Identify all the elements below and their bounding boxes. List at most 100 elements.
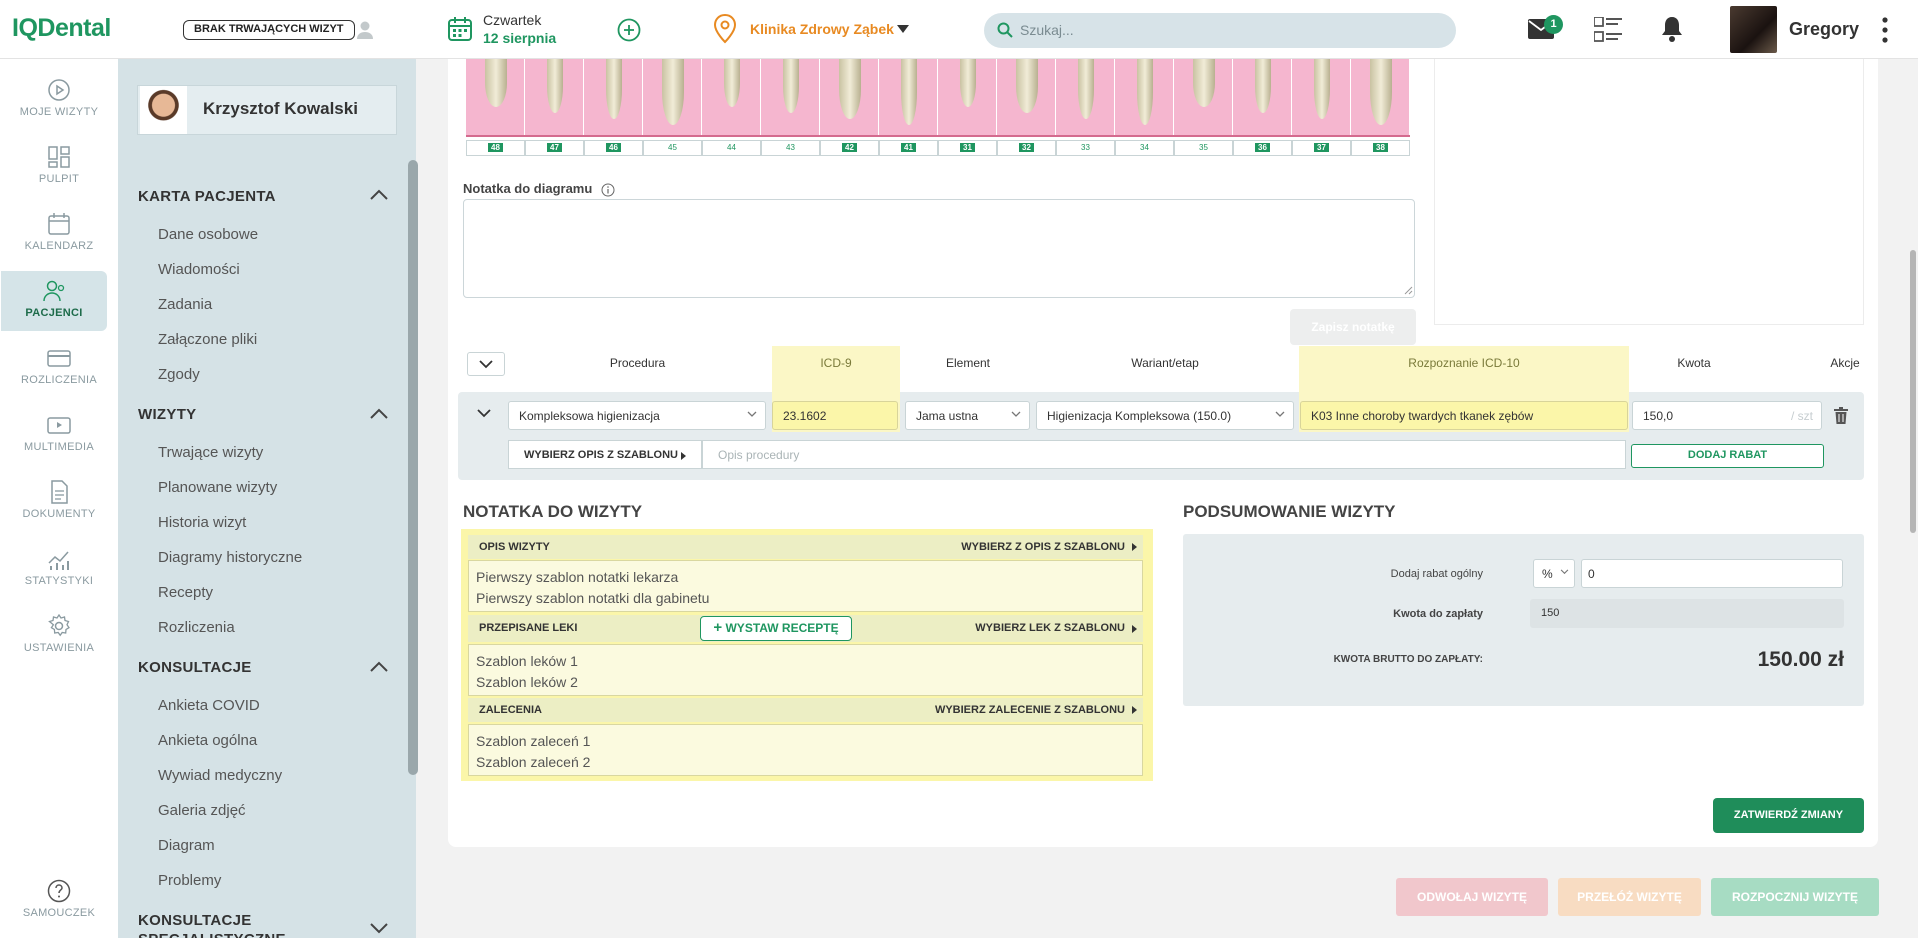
tooth-number[interactable]: 35 <box>1174 140 1233 156</box>
tooth-number[interactable]: 38 <box>1351 140 1410 156</box>
search-bar[interactable]: Szukaj... <box>984 13 1456 48</box>
diagram-note-textarea[interactable] <box>463 199 1415 298</box>
sidebar-item-trwajace-wizyty[interactable]: Trwające wizyty <box>158 444 263 461</box>
sidebar-item-ankieta-ogolna[interactable]: Ankieta ogólna <box>158 732 257 749</box>
nav-ustawienia[interactable]: USTAWIENIA <box>0 614 118 674</box>
confirm-changes-button[interactable]: ZATWIERDŹ ZMIANY <box>1713 798 1864 833</box>
choose-recommendation-template[interactable]: WYBIERZ ZALECENIE Z SZABLONU <box>935 704 1125 716</box>
chevron-down-icon[interactable] <box>477 409 491 418</box>
nav-samouczek[interactable]: SAMOUCZEK <box>0 879 118 938</box>
reschedule-visit-button[interactable]: PRZEŁÓŻ WIZYTĘ <box>1558 878 1701 916</box>
prescribed-drugs-text[interactable]: Szablon leków 1 Szablon leków 2 <box>468 644 1143 696</box>
clinic-selector[interactable]: Klinika Zdrowy Ząbek <box>750 21 894 37</box>
tooth-31[interactable] <box>938 59 997 135</box>
tooth-42[interactable] <box>820 59 879 135</box>
add-visit-icon[interactable] <box>617 18 641 42</box>
sidebar-item-zalaczone-pliki[interactable]: Załączone pliki <box>158 331 257 348</box>
element-select[interactable]: Jama ustna <box>905 401 1030 430</box>
tooth-number[interactable]: 47 <box>525 140 584 156</box>
choose-drug-template[interactable]: WYBIERZ LEK Z SZABLONU <box>975 622 1125 634</box>
tooth-32[interactable] <box>997 59 1056 135</box>
section-konsultacje-specjalistyczne[interactable]: KONSULTACJE SPECJALISTYCZNE <box>138 911 378 938</box>
issue-prescription-button[interactable]: + WYSTAW RECEPTĘ <box>700 616 852 641</box>
user-name[interactable]: Gregory <box>1789 19 1859 40</box>
sidebar-item-zadania[interactable]: Zadania <box>158 296 212 313</box>
tooth-number[interactable]: 43 <box>761 140 820 156</box>
tooth-35[interactable] <box>1174 59 1233 135</box>
procedure-select[interactable]: Kompleksowa higienizacja <box>508 401 766 430</box>
sidebar-item-planowane-wizyty[interactable]: Planowane wizyty <box>158 479 277 496</box>
procedure-description-input[interactable]: Opis procedury <box>702 440 1626 469</box>
bell-icon[interactable] <box>1660 16 1684 42</box>
discount-value-input[interactable]: 0 <box>1581 559 1843 588</box>
sidebar-item-wywiad-medyczny[interactable]: Wywiad medyczny <box>158 767 282 784</box>
nav-pacjenci[interactable]: PACJENCI <box>1 271 107 331</box>
sidebar-item-ankieta-covid[interactable]: Ankieta COVID <box>158 697 260 714</box>
nav-statystyki[interactable]: STATYSTYKI <box>0 547 118 607</box>
recommendations-text[interactable]: Szablon zaleceń 1 Szablon zaleceń 2 <box>468 724 1143 776</box>
tooth-number[interactable]: 36 <box>1233 140 1292 156</box>
section-karta-pacjenta[interactable]: KARTA PACJENTA <box>138 188 276 205</box>
tooth-43[interactable] <box>761 59 820 135</box>
tooth-number[interactable]: 34 <box>1115 140 1174 156</box>
calendar-icon[interactable] <box>447 16 473 42</box>
tooth-33[interactable] <box>1056 59 1115 135</box>
tooth-41[interactable] <box>879 59 938 135</box>
start-visit-button[interactable]: ROZPOCZNIJ WIZYTĘ <box>1711 878 1879 916</box>
tooth-48[interactable] <box>466 59 525 135</box>
app-logo[interactable]: IQDental <box>12 14 111 43</box>
sidebar-item-wiadomosci[interactable]: Wiadomości <box>158 261 240 278</box>
tooth-number[interactable]: 32 <box>997 140 1056 156</box>
sidebar-item-zgody[interactable]: Zgody <box>158 366 200 383</box>
section-wizyty[interactable]: WIZYTY <box>138 406 196 423</box>
sidebar-scrollbar[interactable] <box>408 160 418 775</box>
tooth-number[interactable]: 31 <box>938 140 997 156</box>
tooth-number[interactable]: 33 <box>1056 140 1115 156</box>
sidebar-item-diagram[interactable]: Diagram <box>158 837 215 854</box>
tooth-44[interactable] <box>702 59 761 135</box>
tooth-38[interactable] <box>1351 59 1410 135</box>
tooth-number[interactable]: 46 <box>584 140 643 156</box>
chevron-up-icon[interactable] <box>370 189 388 201</box>
resize-handle-icon[interactable] <box>1404 286 1413 295</box>
nav-dokumenty[interactable]: DOKUMENTY <box>0 480 118 540</box>
sidebar-item-rozliczenia[interactable]: Rozliczenia <box>158 619 235 636</box>
tooth-number[interactable]: 44 <box>702 140 761 156</box>
section-konsultacje[interactable]: KONSULTACJE <box>138 659 252 676</box>
tooth-number[interactable]: 48 <box>466 140 525 156</box>
tooth-36[interactable] <box>1233 59 1292 135</box>
nav-moje-wizyty[interactable]: MOJE WIZYTY <box>0 78 118 138</box>
collapse-all-button[interactable] <box>467 352 505 376</box>
more-menu-icon[interactable] <box>1882 17 1888 43</box>
add-discount-button[interactable]: DODAJ RABAT <box>1631 444 1824 468</box>
template-description-button[interactable]: WYBIERZ OPIS Z SZABLONU <box>508 440 702 469</box>
chevron-down-icon[interactable] <box>370 922 388 934</box>
amount-input[interactable]: 150,0 / szt <box>1632 401 1822 430</box>
tooth-46[interactable] <box>584 59 643 135</box>
save-note-button[interactable]: Zapisz notatkę <box>1290 309 1416 345</box>
tooth-number[interactable]: 37 <box>1292 140 1351 156</box>
chevron-up-icon[interactable] <box>370 661 388 673</box>
clinic-dropdown-icon[interactable] <box>897 25 909 33</box>
tooth-diagram[interactable]: 48 47 46 45 44 43 42 41 31 32 33 34 35 36 37 38 <box>466 59 1412 156</box>
sidebar-item-recepty[interactable]: Recepty <box>158 584 213 601</box>
nav-multimedia[interactable]: MULTIMEDIA <box>0 413 118 473</box>
tooth-34[interactable] <box>1115 59 1174 135</box>
choose-description-template[interactable]: WYBIERZ Z OPIS Z SZABLONU <box>961 541 1125 553</box>
cancel-visit-button[interactable]: ODWOŁAJ WIZYTĘ <box>1396 878 1548 916</box>
no-active-visits-badge[interactable]: BRAK TRWAJĄCYCH WIZYT <box>183 20 355 40</box>
icd9-input[interactable]: 23.1602 <box>772 401 898 430</box>
sidebar-item-problemy[interactable]: Problemy <box>158 872 221 889</box>
visit-description-text[interactable]: Pierwszy szablon notatki lekarza Pierwsz… <box>468 560 1143 612</box>
trash-icon[interactable] <box>1834 407 1848 424</box>
task-list-icon[interactable] <box>1594 17 1622 43</box>
discount-type-select[interactable]: % <box>1533 559 1575 588</box>
search-input[interactable]: Szukaj... <box>1020 22 1074 38</box>
tooth-number[interactable]: 42 <box>820 140 879 156</box>
tooth-37[interactable] <box>1292 59 1351 135</box>
sidebar-item-galeria-zdjec[interactable]: Galeria zdjęć <box>158 802 246 819</box>
chevron-up-icon[interactable] <box>370 408 388 420</box>
sidebar-item-diagramy-historyczne[interactable]: Diagramy historyczne <box>158 549 302 566</box>
tooth-number[interactable]: 45 <box>643 140 702 156</box>
main-scrollbar[interactable] <box>1910 250 1916 533</box>
